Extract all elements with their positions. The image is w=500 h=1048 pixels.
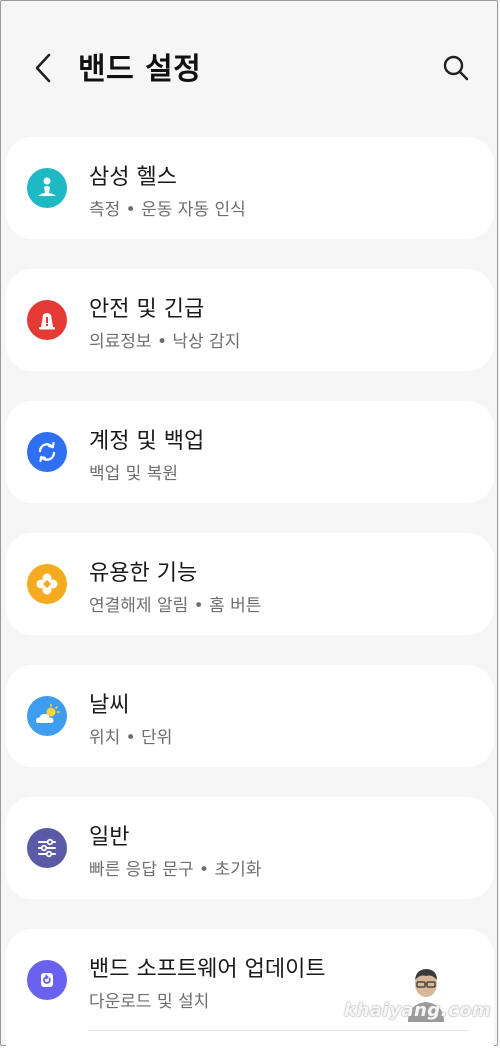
item-subtitle: 측정 • 운동 자동 인식 [89, 200, 246, 220]
item-title: 일반 [89, 825, 130, 850]
item-subtitle: 다운로드 및 설치 [89, 992, 210, 1012]
chevron-left-icon [35, 53, 51, 83]
app-header: 밴드 설정 [0, 0, 500, 136]
health-icon [27, 168, 67, 208]
item-title: 안전 및 긴급 [89, 297, 205, 322]
search-button[interactable] [436, 48, 476, 88]
settings-item-useful-features[interactable]: 유용한 기능 연결해제 알림 • 홈 버튼 [6, 533, 494, 635]
list-divider [88, 1030, 468, 1031]
watermark-text: khaiyang.com [344, 1000, 492, 1021]
settings-item-samsung-health[interactable]: 삼성 헬스 측정 • 운동 자동 인식 [6, 137, 494, 239]
sliders-icon [27, 828, 67, 868]
search-icon [443, 55, 469, 81]
item-title: 날씨 [89, 693, 130, 718]
sync-icon [27, 432, 67, 472]
page-title: 밴드 설정 [78, 52, 202, 87]
settings-item-general[interactable]: 일반 빠른 응답 문구 • 초기화 [6, 797, 494, 899]
emergency-icon [27, 300, 67, 340]
settings-item-weather[interactable]: 날씨 위치 • 단위 [6, 665, 494, 767]
settings-item-safety-emergency[interactable]: 안전 및 긴급 의료정보 • 낙상 감지 [6, 269, 494, 371]
item-subtitle: 백업 및 복원 [89, 464, 179, 484]
item-subtitle: 빠른 응답 문구 • 초기화 [89, 860, 262, 880]
item-subtitle: 위치 • 단위 [89, 728, 173, 748]
item-title: 밴드 소프트웨어 업데이트 [89, 957, 326, 982]
back-button[interactable] [26, 48, 60, 88]
settings-item-account-backup[interactable]: 계정 및 백업 백업 및 복원 [6, 401, 494, 503]
item-title: 유용한 기능 [89, 561, 198, 586]
item-subtitle: 연결해제 알림 • 홈 버튼 [89, 596, 262, 616]
item-title: 삼성 헬스 [89, 165, 177, 190]
item-title: 계정 및 백업 [89, 429, 205, 454]
update-icon [27, 960, 67, 1000]
feature-icon [27, 564, 67, 604]
weather-icon [27, 696, 67, 736]
item-subtitle: 의료정보 • 낙상 감지 [89, 332, 241, 352]
